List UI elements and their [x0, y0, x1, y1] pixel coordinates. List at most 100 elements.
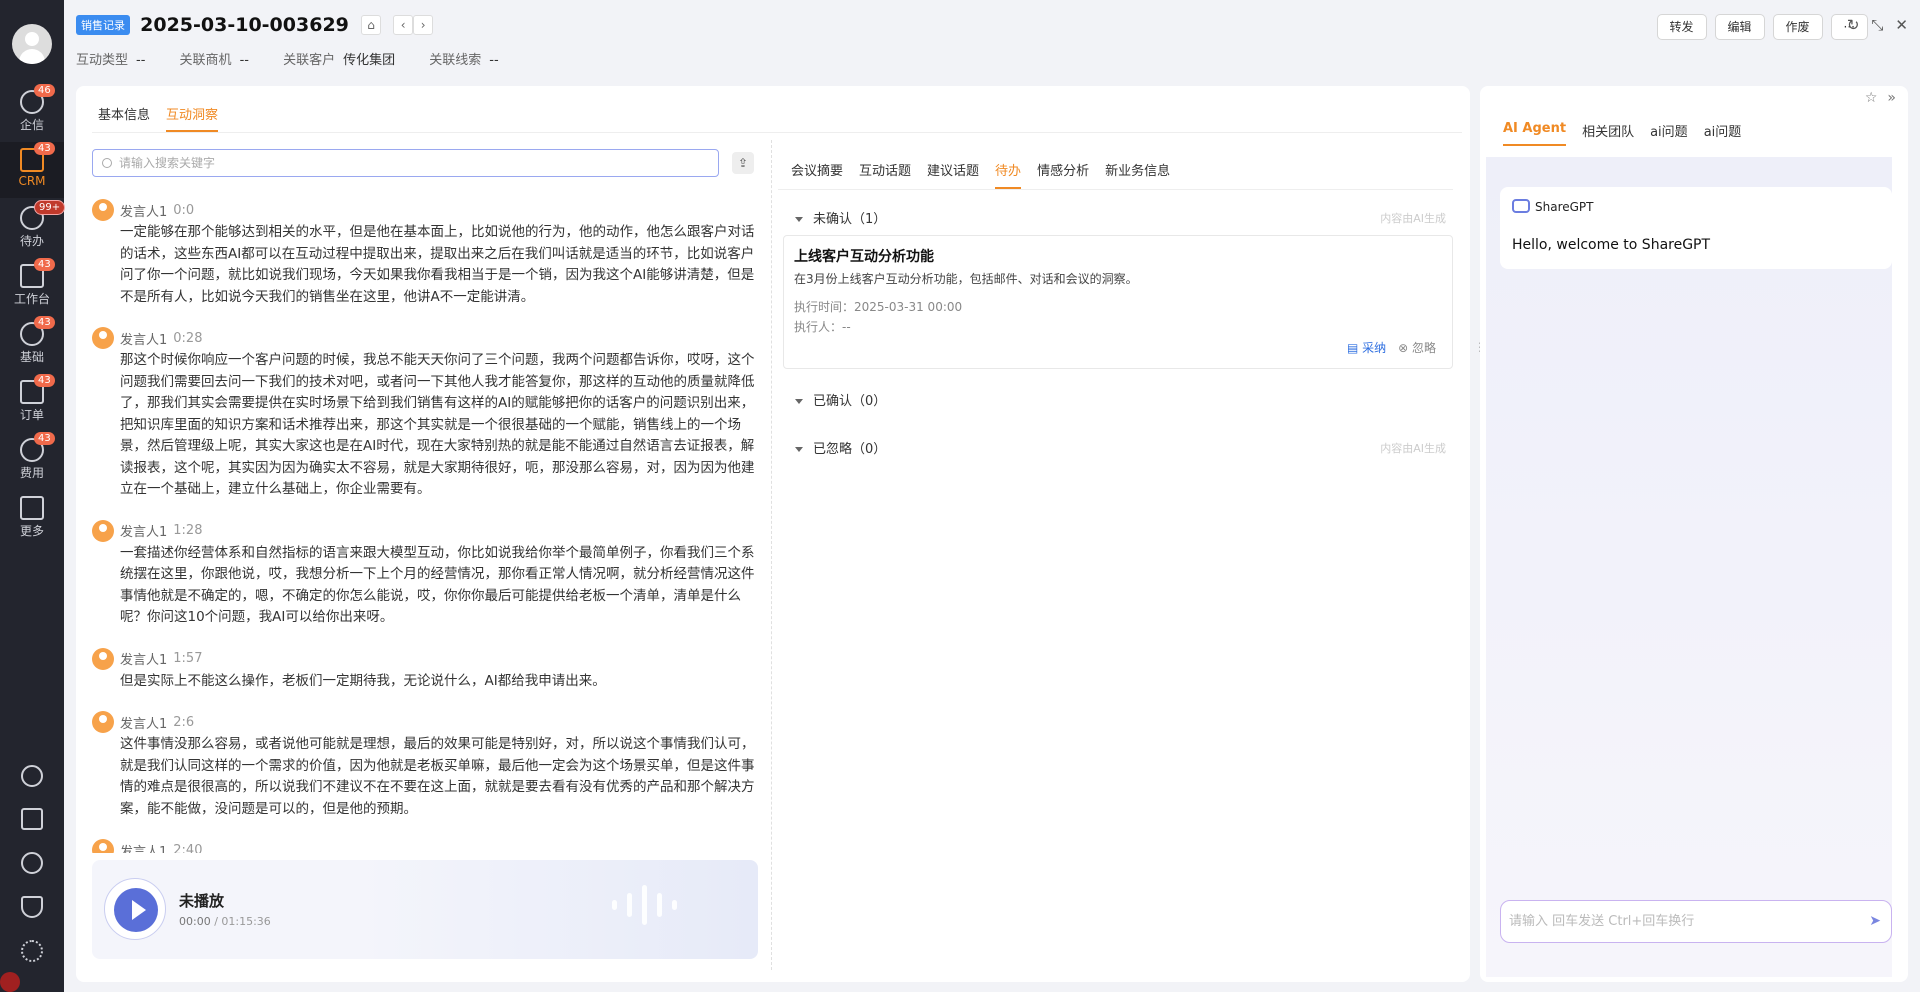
- edit-button[interactable]: 编辑: [1714, 14, 1765, 40]
- history-icon[interactable]: [21, 852, 43, 874]
- tab-basic-info[interactable]: 基本信息: [98, 104, 150, 132]
- search-input[interactable]: 请输入搜索关键字: [92, 149, 719, 177]
- count-badge: 99+: [34, 200, 66, 215]
- transcript-entry: 发言人1 2:6 这件事情没那么容易，或者说他可能就是理想，最后的效果可能是特别好，…: [92, 710, 762, 820]
- speaker-name: 发言人1: [120, 332, 168, 348]
- ignore-button[interactable]: ⊗ 忽略: [1398, 339, 1436, 356]
- insight-tab[interactable]: 互动话题: [859, 160, 911, 189]
- tab-interaction-insight[interactable]: 互动洞察: [166, 104, 219, 132]
- sidebar-item-label: 工作台: [13, 292, 50, 306]
- sidebar-item-chat[interactable]: 企信 46: [0, 84, 64, 140]
- play-button[interactable]: [104, 878, 166, 940]
- insight-tab[interactable]: 待办: [995, 160, 1022, 189]
- next-button[interactable]: ›: [413, 15, 434, 35]
- ai-panel-tab[interactable]: AI Agent: [1503, 121, 1567, 146]
- void-button[interactable]: 作废: [1772, 14, 1823, 40]
- sidebar-item-label: CRM: [18, 174, 46, 188]
- notes-icon[interactable]: [21, 808, 43, 830]
- ai-panel-tab[interactable]: ai问题: [1704, 121, 1742, 146]
- count-badge: 43: [34, 142, 55, 155]
- meta-label: 互动类型: [76, 53, 129, 68]
- meta-label: 关联客户: [283, 53, 336, 68]
- todo-title: 上线客户互动分析功能: [794, 249, 934, 265]
- chat-placeholder: 请输入 回车发送 Ctrl+回车换行: [1509, 914, 1695, 929]
- timestamp[interactable]: 1:57: [173, 651, 202, 666]
- section-ignored[interactable]: 已忽略（0）: [795, 438, 886, 457]
- user-avatar[interactable]: [12, 24, 52, 64]
- pin-icon[interactable]: ☆: [1865, 90, 1878, 106]
- sidebar-item-label: 费用: [19, 466, 44, 480]
- more-icon: [20, 496, 44, 520]
- sidebar-item-expense[interactable]: 费用 43: [0, 432, 64, 488]
- meta-value: --: [489, 53, 499, 68]
- help-icon[interactable]: [21, 765, 43, 787]
- sidebar-item-todo[interactable]: 待办 99+: [0, 200, 66, 256]
- count-badge: 46: [34, 84, 55, 97]
- insight-tab[interactable]: 会议摘要: [791, 160, 843, 189]
- speaker-avatar: [92, 711, 114, 733]
- timestamp[interactable]: 2:40: [173, 843, 202, 854]
- insight-tab[interactable]: 情感分析: [1037, 160, 1089, 189]
- transcript-text: 一套描述你经营体系和自然指标的语言来跟大模型互动，你比如说我给你举个最简单例子，…: [120, 544, 755, 626]
- prev-button[interactable]: ‹: [393, 15, 414, 35]
- welcome-text: Hello, welcome to ShareGPT: [1512, 237, 1711, 253]
- speaker-avatar: [92, 519, 114, 542]
- insight-tab[interactable]: 建议话题: [927, 160, 979, 189]
- timestamp[interactable]: 0:0: [173, 203, 194, 218]
- speaker-avatar: [92, 647, 114, 670]
- accept-label: 采纳: [1362, 341, 1387, 355]
- transcript-entry: 发言人12:40想办法降低一些，尤其是老板的一没有那么美好，当然还有一种方式就是…: [92, 838, 762, 853]
- contacts-icon[interactable]: [21, 896, 43, 918]
- sidebar-item-basic[interactable]: 基础 43: [0, 316, 64, 372]
- meta-label: 关联线索: [429, 53, 482, 68]
- todo-time: 执行时间：2025-03-31 00:00: [794, 300, 963, 314]
- settings-icon[interactable]: [21, 940, 43, 962]
- meta-value: --: [136, 53, 146, 68]
- accept-button[interactable]: ▤ 采纳: [1347, 339, 1386, 356]
- section-unconfirmed[interactable]: 未确认（1）: [795, 208, 886, 227]
- ai-panel-tab[interactable]: 相关团队: [1582, 121, 1634, 146]
- transcript-entry: 发言人1 1:28 一套描述你经营体系和自然指标的语言来跟大模型互动，你比如说我给你…: [92, 519, 762, 629]
- transcript-text: 一定能够在那个能够达到相关的水平，但是他在基本面上，比如说他的行为，他的动作，他…: [120, 224, 755, 305]
- sidebar-item-more[interactable]: 更多: [0, 490, 64, 546]
- insight-tab[interactable]: 新业务信息: [1105, 160, 1170, 189]
- close-icon[interactable]: ✕: [1895, 16, 1908, 34]
- forward-button[interactable]: 转发: [1656, 14, 1707, 40]
- chat-input[interactable]: 请输入 回车发送 Ctrl+回车换行 ➤: [1500, 900, 1892, 943]
- speaker-avatar: [92, 199, 114, 221]
- transcript-entry: 发言人1 1:57 但是实际上不能这么操作，老板们一定期待我，无论说什么，AI都给我…: [92, 647, 762, 693]
- sidebar-item-label: 更多: [19, 524, 44, 538]
- record-header: 销售记录 2025-03-10-003629 ⌂ ‹ ›: [76, 14, 434, 36]
- collapse-icon[interactable]: ⤡: [1871, 16, 1883, 34]
- ai-generated-hint: 内容由AI生成: [1380, 212, 1446, 225]
- ai-generated-hint: 内容由AI生成: [1380, 442, 1446, 455]
- timestamp[interactable]: 0:28: [173, 331, 202, 346]
- send-icon[interactable]: ➤: [1869, 901, 1881, 942]
- record-type-tag: 销售记录: [76, 15, 130, 35]
- timestamp[interactable]: 2:6: [173, 715, 194, 730]
- meta-value[interactable]: 传化集团: [343, 53, 395, 68]
- speaker-name: 发言人1: [120, 716, 168, 732]
- status-dot: [0, 972, 20, 992]
- sidebar-item-workbench[interactable]: 工作台 43: [0, 258, 64, 314]
- upload-icon[interactable]: ⇪: [732, 152, 754, 174]
- bot-icon: [1512, 199, 1530, 213]
- sidebar-item-order[interactable]: 订单 43: [0, 374, 64, 430]
- count-badge: 43: [34, 432, 55, 445]
- collapse-panel-icon[interactable]: »: [1887, 90, 1896, 106]
- speaker-name: 发言人1: [120, 844, 168, 854]
- sidebar-item-crm[interactable]: CRM 43: [0, 142, 64, 198]
- sidebar-item-label: 待办: [19, 234, 44, 248]
- speaker-name: 发言人1: [120, 653, 168, 668]
- lock-icon[interactable]: ⌂: [361, 15, 382, 35]
- audio-player: 未播放 00:00 / 01:15:36: [92, 860, 758, 959]
- transcript-list[interactable]: 发言人1 0:0 一定能够在那个能够达到相关的水平，但是他在基本面上，比如说他的行为…: [92, 198, 762, 853]
- ignore-label: 忽略: [1411, 341, 1436, 355]
- speaker-avatar: [92, 327, 114, 349]
- ai-panel-tab[interactable]: ai问题: [1650, 121, 1688, 146]
- refresh-icon[interactable]: ↻: [1847, 16, 1860, 34]
- transcript-text: 但是实际上不能这么操作，老板们一定期待我，无论说什么，AI都给我申请出来。: [120, 672, 606, 689]
- sidebar-item-label: 订单: [19, 408, 44, 422]
- section-confirmed[interactable]: 已确认（0）: [795, 390, 886, 409]
- timestamp[interactable]: 1:28: [173, 523, 202, 538]
